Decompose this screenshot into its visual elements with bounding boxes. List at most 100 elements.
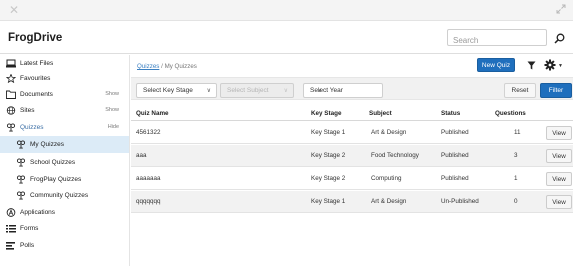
quiz-name-cell: 4561322 (136, 129, 161, 136)
table-header: Quiz Name Key Stage Subject Status Quest… (131, 105, 573, 121)
questions-cell: 11 (514, 129, 521, 136)
year-select[interactable]: Select Year ∨ (303, 83, 383, 98)
search-icon[interactable] (554, 33, 565, 44)
sidebar-item-community-quizzes[interactable]: Community Quizzes (0, 187, 129, 203)
sidebar-item-school-quizzes[interactable]: School Quizzes (0, 154, 129, 170)
subject-cell: Art & Design (371, 129, 407, 136)
sidebar-item-label: My Quizzes (30, 141, 64, 148)
expand-icon[interactable] (556, 4, 566, 14)
sidebar-item-label: FrogPlay Quizzes (30, 176, 82, 183)
latest-files-icon (6, 59, 16, 68)
gear-icon[interactable] (544, 59, 556, 71)
sidebar-item-latest-files[interactable]: Latest Files (0, 55, 129, 71)
sidebar-item-label: Community Quizzes (30, 192, 89, 199)
main-content: Quizzes / My Quizzes New Quiz ▼ Select K… (129, 55, 573, 266)
filter-bar: Select Key Stage ∨ Select Subject ∨ Sele… (131, 77, 573, 100)
column-header-status[interactable]: Status (441, 110, 460, 117)
questions-cell: 1 (514, 175, 518, 182)
sidebar-item-label: Polls (20, 242, 35, 249)
key-stage-select-value: Select Key Stage (143, 87, 193, 94)
sidebar-item-quizzes[interactable]: Quizzes Hide (0, 119, 129, 135)
subject-cell: Computing (371, 175, 402, 182)
status-cell: Published (441, 175, 469, 182)
questions-cell: 3 (514, 152, 518, 159)
reset-button[interactable]: Reset (504, 83, 536, 98)
column-header-subject[interactable]: Subject (369, 110, 392, 117)
column-header-questions[interactable]: Questions (495, 110, 526, 117)
quiz-icon (16, 140, 26, 149)
key-stage-cell: Key Stage 1 (311, 129, 346, 136)
quiz-icon (16, 191, 26, 200)
sidebar-item-label: Documents (20, 91, 53, 98)
status-cell: Published (441, 129, 469, 136)
quiz-icon (16, 158, 26, 167)
column-header-key-stage[interactable]: Key Stage (311, 110, 341, 117)
sidebar-item-label: Sites (20, 107, 35, 114)
sidebar-item-label: School Quizzes (30, 159, 76, 166)
quiz-name-cell: qqqqqqq (136, 198, 161, 205)
breadcrumb-quizzes-link[interactable]: Quizzes (137, 63, 159, 70)
subject-select-value: Select Subject (227, 87, 269, 94)
globe-icon (6, 106, 16, 115)
table-row: 4561322 Key Stage 1 Art & Design Publish… (131, 122, 573, 144)
table-row: aaaaaaa Key Stage 2 Computing Published … (131, 168, 573, 190)
close-icon[interactable]: ✕ (9, 3, 19, 17)
documents-show-toggle[interactable]: Show (105, 91, 119, 97)
breadcrumb-separator: / (161, 63, 163, 70)
subject-select[interactable]: Select Subject ∨ (220, 83, 294, 98)
key-stage-select[interactable]: Select Key Stage ∨ (136, 83, 217, 98)
polls-icon (6, 242, 15, 250)
questions-cell: 0 (514, 198, 518, 205)
sidebar-item-my-quizzes[interactable]: My Quizzes (0, 136, 129, 153)
filter-button[interactable]: Filter (540, 83, 572, 98)
view-button[interactable]: View (546, 149, 572, 163)
view-button[interactable]: View (546, 126, 572, 140)
sidebar-item-favourites[interactable]: Favourites (0, 70, 129, 86)
sidebar-item-label: Quizzes (20, 124, 44, 131)
sidebar-item-label: Favourites (20, 75, 51, 82)
star-icon (6, 74, 16, 83)
forms-icon (6, 225, 16, 233)
table-row: aaa Key Stage 2 Food Technology Publishe… (131, 145, 573, 167)
sidebar-item-applications[interactable]: Applications (0, 204, 129, 220)
quiz-icon (16, 175, 26, 184)
table-row: qqqqqqq Key Stage 1 Art & Design Un-Publ… (131, 191, 573, 213)
quiz-name-cell: aaaaaaa (136, 175, 161, 182)
quizzes-hide-toggle[interactable]: Hide (108, 124, 119, 130)
sidebar-item-label: Latest Files (20, 60, 54, 67)
sidebar-item-frogplay-quizzes[interactable]: FrogPlay Quizzes (0, 171, 129, 187)
view-button[interactable]: View (546, 172, 572, 186)
breadcrumb: Quizzes / My Quizzes (137, 63, 197, 70)
chevron-down-icon[interactable]: ▼ (558, 63, 563, 69)
sites-show-toggle[interactable]: Show (105, 107, 119, 113)
view-button[interactable]: View (546, 195, 572, 209)
sidebar-item-forms[interactable]: Forms (0, 220, 129, 236)
sidebar-item-sites[interactable]: Sites Show (0, 102, 129, 118)
new-quiz-button[interactable]: New Quiz (477, 58, 515, 72)
key-stage-cell: Key Stage 2 (311, 175, 346, 182)
applications-icon (6, 208, 16, 217)
status-cell: Published (441, 152, 469, 159)
sidebar-item-label: Applications (20, 209, 56, 216)
sidebar-item-documents[interactable]: Documents Show (0, 86, 129, 102)
chevron-down-icon: ∨ (283, 88, 288, 94)
app-header: FrogDrive (0, 21, 573, 54)
chevron-down-icon: ∨ (206, 88, 211, 94)
subject-cell: Art & Design (371, 198, 407, 205)
key-stage-cell: Key Stage 2 (311, 152, 346, 159)
sidebar-item-polls[interactable]: Polls (0, 237, 129, 253)
title-bar: ✕ (0, 0, 573, 21)
column-header-quiz-name[interactable]: Quiz Name (136, 110, 169, 117)
subject-cell: Food Technology (371, 152, 419, 159)
documents-icon (6, 90, 16, 99)
search-input[interactable] (448, 33, 542, 48)
quiz-icon (6, 123, 16, 132)
sidebar: Latest Files Favourites Documents Show S… (0, 55, 129, 266)
key-stage-cell: Key Stage 1 (311, 198, 346, 205)
sidebar-item-label: Forms (20, 225, 39, 232)
filter-icon[interactable] (527, 61, 536, 70)
search-box[interactable] (447, 29, 547, 48)
app-title: FrogDrive (8, 32, 63, 44)
status-cell: Un-Published (441, 198, 479, 205)
year-select-value: Select Year (310, 87, 343, 94)
